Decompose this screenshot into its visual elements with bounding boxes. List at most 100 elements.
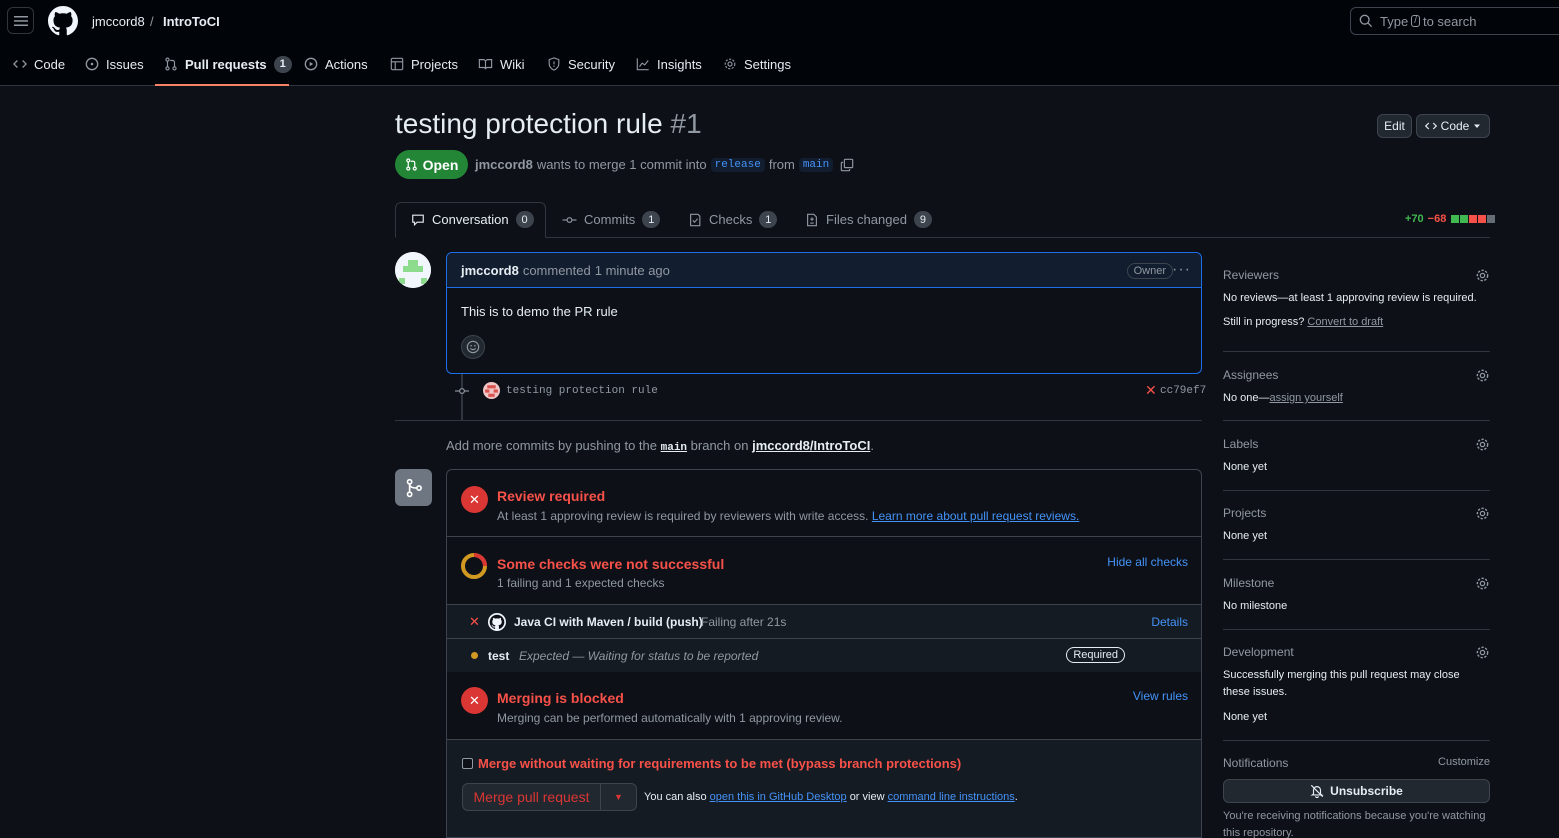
tab-actions[interactable]: Actions bbox=[304, 52, 368, 76]
deletions-count: −68 bbox=[1427, 213, 1447, 225]
head-branch[interactable]: main bbox=[798, 157, 834, 172]
gear-icon[interactable] bbox=[1475, 576, 1490, 591]
commit-sha[interactable]: cc79ef7 bbox=[1160, 385, 1206, 397]
comment-action: commented bbox=[522, 262, 591, 278]
sidebar-heading[interactable]: Milestone bbox=[1223, 576, 1490, 590]
check-status: Failing after 21s bbox=[701, 614, 787, 629]
sidebar-heading[interactable]: Labels bbox=[1223, 437, 1490, 451]
comment-icon bbox=[412, 214, 424, 226]
search-shortcut-key: / bbox=[1411, 15, 1420, 27]
tab-code[interactable]: Code bbox=[13, 52, 65, 76]
tab-label: Conversation bbox=[432, 212, 509, 227]
tab-label: Settings bbox=[744, 56, 791, 72]
convert-to-draft-link[interactable]: Convert to draft bbox=[1307, 316, 1383, 328]
sidebar-heading[interactable]: Reviewers bbox=[1223, 268, 1490, 282]
pull-request-icon bbox=[405, 158, 417, 171]
check-name: test bbox=[488, 648, 510, 663]
tab-issues[interactable]: Issues bbox=[85, 52, 144, 76]
tab-insights[interactable]: Insights bbox=[636, 52, 702, 76]
add-reaction-button[interactable] bbox=[461, 335, 485, 359]
sidebar-heading[interactable]: Assignees bbox=[1223, 368, 1490, 382]
menu-button[interactable] bbox=[7, 7, 34, 34]
tab-security[interactable]: Security bbox=[547, 52, 615, 76]
kebab-menu-icon[interactable]: ··· bbox=[1172, 261, 1191, 279]
github-desktop-link[interactable]: open this in GitHub Desktop bbox=[710, 791, 847, 803]
tab-files-changed[interactable]: Files changed 9 bbox=[805, 211, 932, 228]
diffstat-block-del bbox=[1478, 215, 1487, 223]
comment-author[interactable]: jmccord8 bbox=[461, 263, 519, 278]
github-logo-icon[interactable] bbox=[48, 6, 78, 36]
merge-options-chevron-icon[interactable]: ▼ bbox=[601, 784, 636, 810]
base-branch[interactable]: release bbox=[710, 157, 765, 172]
avatar[interactable] bbox=[395, 252, 431, 288]
notifications-note: You're receiving notifications because y… bbox=[1223, 810, 1486, 838]
tab-count: 1 bbox=[759, 211, 778, 228]
divider bbox=[395, 420, 1202, 421]
tab-label: Security bbox=[568, 56, 615, 72]
comment-time[interactable]: 1 minute ago bbox=[595, 263, 670, 278]
tab-checks[interactable]: Checks 1 bbox=[688, 211, 778, 228]
comment-body: This is to demo the PR rule bbox=[461, 304, 618, 319]
gear-icon[interactable] bbox=[1475, 506, 1490, 521]
tab-label: Issues bbox=[106, 56, 144, 72]
details-link[interactable]: Details bbox=[1151, 615, 1188, 629]
commit-author-avatar[interactable] bbox=[483, 382, 500, 399]
tab-label: Checks bbox=[709, 212, 753, 227]
search-input[interactable]: Type / to search bbox=[1350, 7, 1559, 35]
tab-commits[interactable]: Commits 1 bbox=[562, 211, 661, 228]
push-note-middle: branch on bbox=[690, 438, 749, 453]
gear-icon[interactable] bbox=[1475, 645, 1490, 660]
review-required-title: Review required bbox=[497, 488, 606, 504]
tab-count: 1 bbox=[642, 211, 661, 228]
author-link[interactable]: jmccord8 bbox=[475, 157, 533, 172]
sidebar-notifications: Notifications Customize bbox=[1223, 756, 1490, 770]
merge-pull-request-button[interactable]: Merge pull request bbox=[463, 784, 601, 810]
copy-icon[interactable] bbox=[840, 158, 854, 172]
commit-icon bbox=[562, 216, 577, 223]
command-line-link[interactable]: command line instructions bbox=[888, 791, 1015, 803]
diffstat-block-add bbox=[1451, 215, 1460, 223]
play-icon bbox=[304, 57, 318, 71]
tab-projects[interactable]: Projects bbox=[390, 52, 458, 76]
gear-icon[interactable] bbox=[1475, 368, 1490, 383]
tab-label: Pull requests bbox=[185, 56, 267, 72]
assign-yourself-link[interactable]: assign yourself bbox=[1269, 392, 1342, 404]
breadcrumb-owner[interactable]: jmccord8 bbox=[92, 14, 145, 29]
code-dropdown-button[interactable]: Code bbox=[1416, 114, 1490, 138]
hide-checks-link[interactable]: Hide all checks bbox=[1107, 555, 1188, 569]
tab-label: Wiki bbox=[500, 56, 525, 72]
push-note-repo-link[interactable]: jmccord8/IntroToCI bbox=[752, 438, 870, 453]
sidebar-divider bbox=[1223, 490, 1490, 491]
check-row: test Expected — Waiting for status to be… bbox=[447, 638, 1201, 672]
sidebar-heading[interactable]: Projects bbox=[1223, 506, 1490, 520]
review-sub-text: At least 1 approving review is required … bbox=[497, 509, 869, 523]
gear-icon[interactable] bbox=[1475, 268, 1490, 283]
tab-wiki[interactable]: Wiki bbox=[478, 52, 525, 76]
sidebar-divider bbox=[1223, 559, 1490, 560]
chevron-down-icon bbox=[1474, 124, 1481, 128]
view-rules-link[interactable]: View rules bbox=[1133, 689, 1188, 703]
customize-link[interactable]: Customize bbox=[1438, 756, 1490, 768]
comment-header: jmccord8 commented 1 minute ago bbox=[447, 253, 1201, 288]
x-icon: ✕ bbox=[469, 613, 480, 629]
tab-pull-requests[interactable]: Pull requests 1 bbox=[164, 52, 292, 76]
breadcrumb-repo[interactable]: IntroToCI bbox=[163, 14, 220, 29]
sidebar-divider bbox=[1223, 351, 1490, 352]
tab-settings[interactable]: Settings bbox=[723, 52, 791, 76]
sidebar-heading[interactable]: Development bbox=[1223, 645, 1490, 659]
commit-message[interactable]: testing protection rule bbox=[506, 385, 658, 397]
tab-label: Projects bbox=[411, 56, 458, 72]
gear-icon[interactable] bbox=[1475, 437, 1490, 452]
search-suffix: to search bbox=[1422, 13, 1477, 29]
x-circle-icon: ✕ bbox=[461, 687, 488, 714]
commit-fail-icon[interactable]: ✕ bbox=[1145, 382, 1157, 399]
learn-more-link[interactable]: Learn more about pull request reviews. bbox=[872, 509, 1079, 523]
tab-conversation[interactable]: Conversation 0 bbox=[411, 211, 534, 228]
bypass-checkbox[interactable] bbox=[462, 758, 473, 769]
unsubscribe-button[interactable]: Unsubscribe bbox=[1223, 779, 1490, 803]
assignees-value: No one—assign yourself bbox=[1223, 390, 1490, 407]
check-row: ✕ Java CI with Maven / build (push) Fail… bbox=[447, 604, 1201, 638]
progress-label: Still in progress? bbox=[1223, 316, 1305, 328]
edit-title-button[interactable]: Edit bbox=[1377, 114, 1412, 138]
bypass-label[interactable]: Merge without waiting for requirements t… bbox=[478, 756, 961, 771]
